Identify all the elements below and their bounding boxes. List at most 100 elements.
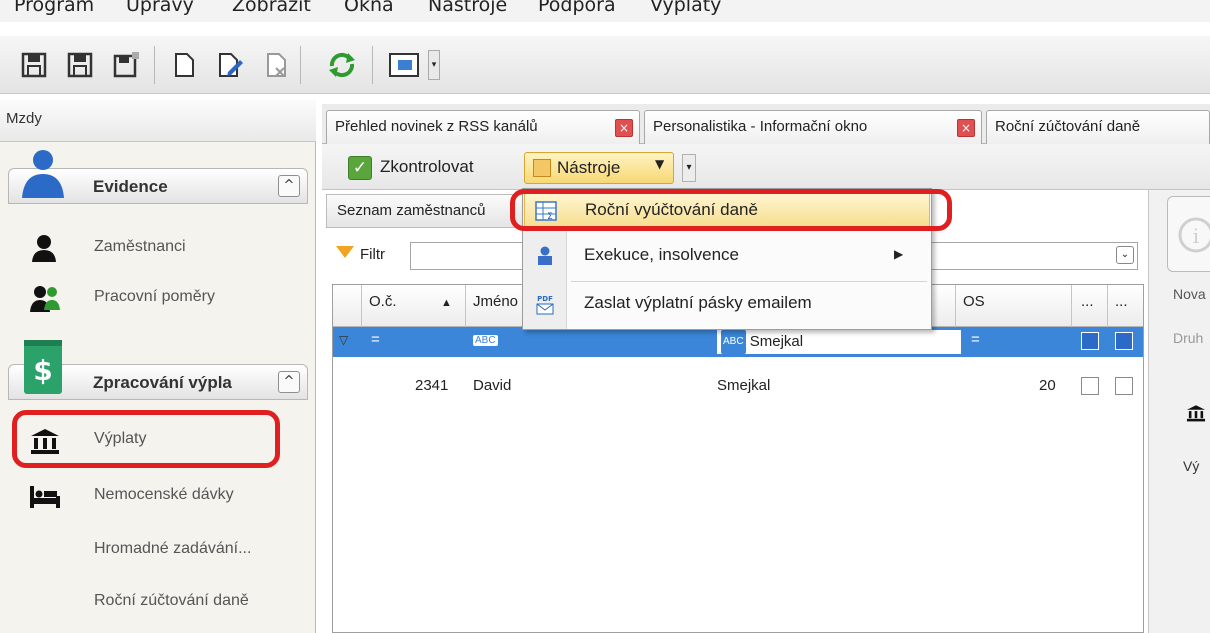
row-prijmeni: Smejkal: [717, 377, 771, 394]
window-icon[interactable]: [386, 50, 426, 80]
annotation-highlight-vyplaty: [12, 410, 280, 468]
tools-button[interactable]: Nástroje ▼: [524, 152, 674, 184]
menu-item-zaslat-pasky-label: Zaslat výplatní pásky emailem: [584, 293, 812, 312]
check-button-label: Zkontrolovat: [380, 157, 474, 176]
row-checkbox-1[interactable]: [1081, 377, 1099, 395]
row-jmeno: David: [473, 377, 512, 394]
col-os[interactable]: OS: [963, 293, 985, 310]
filter-checkbox-2[interactable]: [1115, 332, 1133, 350]
filter-checkbox-1[interactable]: [1081, 332, 1099, 350]
menu-vyplaty[interactable]: Výplaty: [650, 0, 721, 16]
svg-text:$: $: [33, 354, 52, 387]
left-panel-header: Mzdy: [0, 100, 316, 142]
filter-label: Filtr: [360, 246, 385, 263]
svg-text:PDF: PDF: [537, 295, 553, 303]
right-side-panel: i Nova Druh Vý: [1148, 190, 1210, 633]
filter-oc-operator[interactable]: =: [371, 331, 380, 353]
person-large-icon: [22, 150, 64, 198]
nova-label: Nova: [1173, 286, 1206, 302]
tab-rocni-zuctovani-label: Roční zúčtování daně: [995, 118, 1141, 135]
row-os: 20: [1039, 377, 1056, 394]
tab-personalistika-label: Personalistika - Informační okno: [653, 118, 868, 135]
tab-rss[interactable]: Přehled novinek z RSS kanálů ×: [326, 110, 640, 144]
toolbar: ▾: [0, 36, 1210, 94]
employee-grid: O.č. ▲ Jméno OS ... ... ▽ = ABC ABC Smej…: [332, 284, 1144, 633]
nav-rocni-zuctovani[interactable]: Roční zúčtování daně: [8, 578, 308, 626]
menu-podpora[interactable]: Podpora: [538, 0, 616, 16]
filter-jmeno-cell[interactable]: ABC: [473, 331, 498, 353]
save-close-icon[interactable]: [112, 50, 140, 80]
tab-rss-label: Přehled novinek z RSS kanálů: [335, 118, 538, 135]
col-jmeno[interactable]: Jméno: [473, 293, 518, 310]
check-icon: ✓: [348, 156, 372, 180]
check-button[interactable]: ✓ Zkontrolovat: [342, 152, 522, 184]
info-icon: i: [1178, 217, 1210, 253]
menu-zobrazit[interactable]: Zobrazit: [232, 0, 311, 16]
tab-rocni-zuctovani[interactable]: Roční zúčtování daně: [986, 110, 1210, 144]
close-tab-personalistika-icon[interactable]: ×: [957, 119, 975, 137]
pdf-mail-icon: PDF: [536, 295, 554, 315]
employee-list-title: Seznam zaměstnanců: [337, 202, 486, 219]
filter-prijmeni-cell[interactable]: ABC Smejkal: [717, 330, 961, 355]
tools-icon: [533, 159, 551, 177]
info-panel: i: [1167, 196, 1210, 272]
tab-personalistika[interactable]: Personalistika - Informační okno ×: [644, 110, 982, 144]
menu-item-exekuce[interactable]: Exekuce, insolvence ▶: [524, 237, 930, 277]
row-oc: 2341: [415, 377, 449, 394]
col-extra-2[interactable]: ...: [1115, 293, 1128, 310]
tab-bar: Přehled novinek z RSS kanálů × Personali…: [322, 104, 1210, 144]
submenu-arrow-icon: ▶: [894, 247, 904, 261]
toolbar-more-button[interactable]: ▾: [428, 50, 440, 80]
refresh-icon[interactable]: [324, 50, 360, 80]
delete-document-icon[interactable]: [262, 50, 290, 80]
money-book-icon: $: [24, 340, 62, 394]
people-icon: [30, 286, 60, 312]
bank-icon: [1186, 405, 1206, 422]
save-icon[interactable]: [20, 50, 48, 80]
druh-label: Druh: [1173, 330, 1204, 346]
abc-icon: ABC: [721, 330, 746, 355]
nav-nemocenske-davky[interactable]: Nemocenské dávky: [8, 472, 308, 520]
table-row[interactable]: 2341 David Smejkal 20: [333, 371, 1143, 401]
nav-rocni-zuctovani-label: Roční zúčtování daně: [94, 592, 249, 609]
nav-hromadne-zadavani-label: Hromadné zadávání...: [94, 540, 252, 557]
sort-asc-icon: ▲: [441, 297, 452, 309]
nav-pracovni-pomery[interactable]: Pracovní poměry: [8, 274, 308, 322]
nav-hromadne-zadavani[interactable]: Hromadné zadávání...: [8, 526, 308, 574]
filter-dropdown-button[interactable]: ⌄: [1116, 246, 1134, 264]
person-icon: [32, 235, 56, 262]
filter-prijmeni-value: Smejkal: [749, 333, 804, 350]
tools-button-label: Nástroje: [557, 158, 621, 177]
menu-okna[interactable]: Okna: [344, 0, 394, 16]
nav-zamestnanci-label: Zaměstnanci: [94, 238, 186, 255]
bed-icon: [30, 486, 60, 508]
col-extra-1[interactable]: ...: [1081, 293, 1094, 310]
menu-program[interactable]: Program: [14, 0, 94, 16]
judge-icon: [538, 246, 552, 265]
group-evidence-title: Evidence: [93, 177, 168, 196]
col-oc[interactable]: O.č.: [369, 293, 397, 310]
grid-filter-row[interactable]: ▽ = ABC ABC Smejkal =: [333, 327, 1143, 357]
vy-tab-label[interactable]: Vý: [1183, 458, 1199, 474]
subtoolbar-more-button[interactable]: ▾: [682, 154, 696, 182]
menu-nastroje[interactable]: Nástroje: [428, 0, 507, 16]
nav-zamestnanci[interactable]: Zaměstnanci: [8, 224, 308, 272]
menu-item-zaslat-pasky[interactable]: PDF Zaslat výplatní pásky emailem: [524, 285, 930, 325]
close-tab-rss-icon[interactable]: ×: [615, 119, 633, 137]
save-all-icon[interactable]: [66, 50, 94, 80]
filter-row-icon: ▽: [339, 333, 349, 347]
menu-upravy[interactable]: Úpravy: [126, 0, 194, 16]
chevron-down-icon: ▼: [655, 157, 665, 171]
new-document-icon[interactable]: [170, 50, 198, 80]
group-zpracovani-title: Zpracování výpla: [93, 373, 232, 392]
collapse-evidence-button[interactable]: ^: [278, 175, 300, 197]
abc-icon: ABC: [473, 334, 498, 346]
collapse-zpracovani-button[interactable]: ^: [278, 371, 300, 393]
svg-text:i: i: [1193, 224, 1199, 248]
edit-document-icon[interactable]: [216, 50, 244, 80]
left-panel-title: Mzdy: [6, 110, 42, 127]
nav-nemocenske-davky-label: Nemocenské dávky: [94, 486, 234, 503]
sub-toolbar: ✓ Zkontrolovat Nástroje ▼ ▾: [322, 144, 1210, 190]
row-checkbox-2[interactable]: [1115, 377, 1133, 395]
filter-os-operator[interactable]: =: [971, 331, 980, 353]
